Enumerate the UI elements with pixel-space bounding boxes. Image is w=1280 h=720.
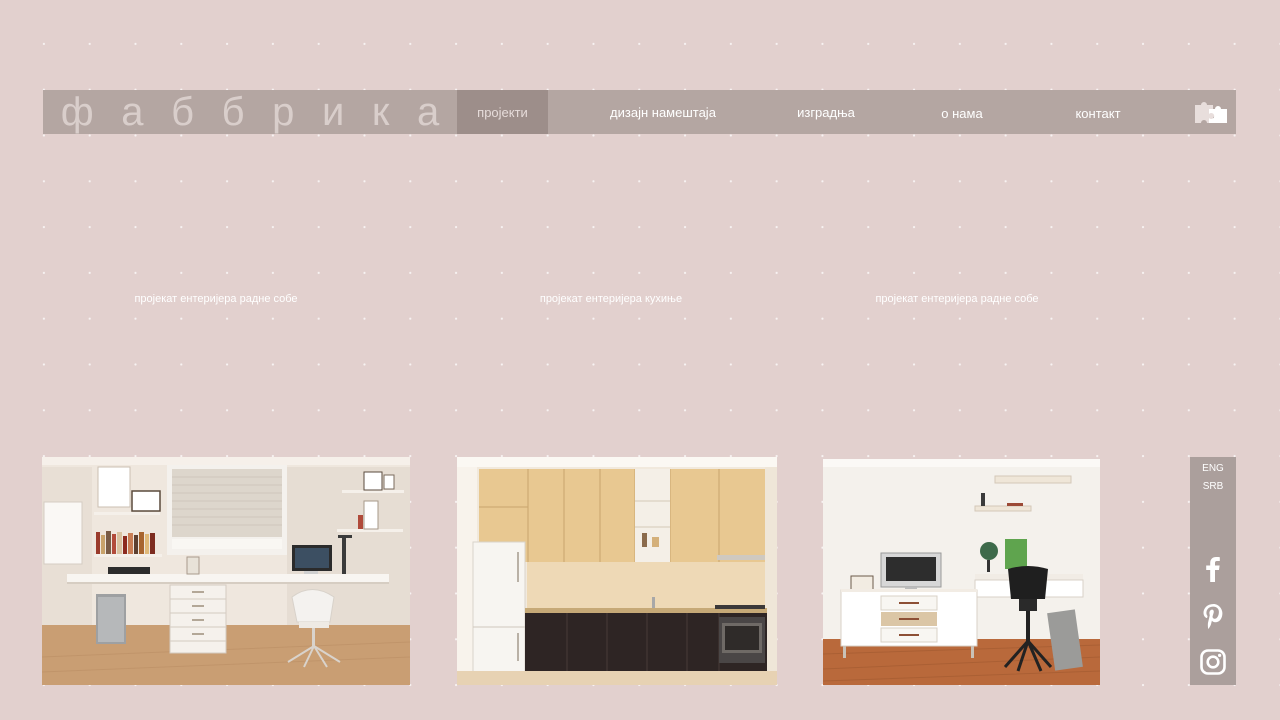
project-image-study-room[interactable] [823,459,1100,685]
nav-contact[interactable]: контакт [1048,90,1148,134]
nav-projects[interactable]: пројекти [457,90,548,134]
nav-construction[interactable]: изградња [771,90,881,134]
lang-srb[interactable]: SRB [1190,481,1236,492]
site-logo[interactable]: ф а б б р и к а [43,90,457,134]
pinterest-icon[interactable] [1199,602,1227,630]
logo-letter: б [171,90,195,134]
logo-letter: а [416,90,440,134]
logo-letter: б [221,90,245,134]
project-image-kitchen[interactable] [457,457,777,685]
facebook-icon[interactable] [1199,555,1227,583]
project-caption-3[interactable]: пројекат ентеријера радне собе [837,293,1077,305]
logo-letter: и [321,90,345,134]
project-caption-1[interactable]: пројекат ентеријера радне собе [96,293,336,305]
lang-eng[interactable]: ENG [1190,463,1236,474]
language-social-panel: ENG SRB [1190,457,1236,685]
nav-furniture-design[interactable]: дизајн намештаја [583,90,743,134]
project-caption-2[interactable]: пројекат ентеријера кухиње [491,293,731,305]
logo-letter: к [371,90,390,134]
nav-about-us[interactable]: о нама [912,90,1012,134]
logo-letter: ф [60,90,94,134]
puzzle-icon[interactable] [1191,95,1233,129]
logo-letter: а [121,90,144,134]
instagram-icon[interactable] [1199,648,1227,676]
project-image-home-office[interactable] [42,457,410,685]
main-navbar: ф а б б р и к а пројекти дизајн намештај… [43,90,1236,134]
logo-letter: р [272,90,295,134]
